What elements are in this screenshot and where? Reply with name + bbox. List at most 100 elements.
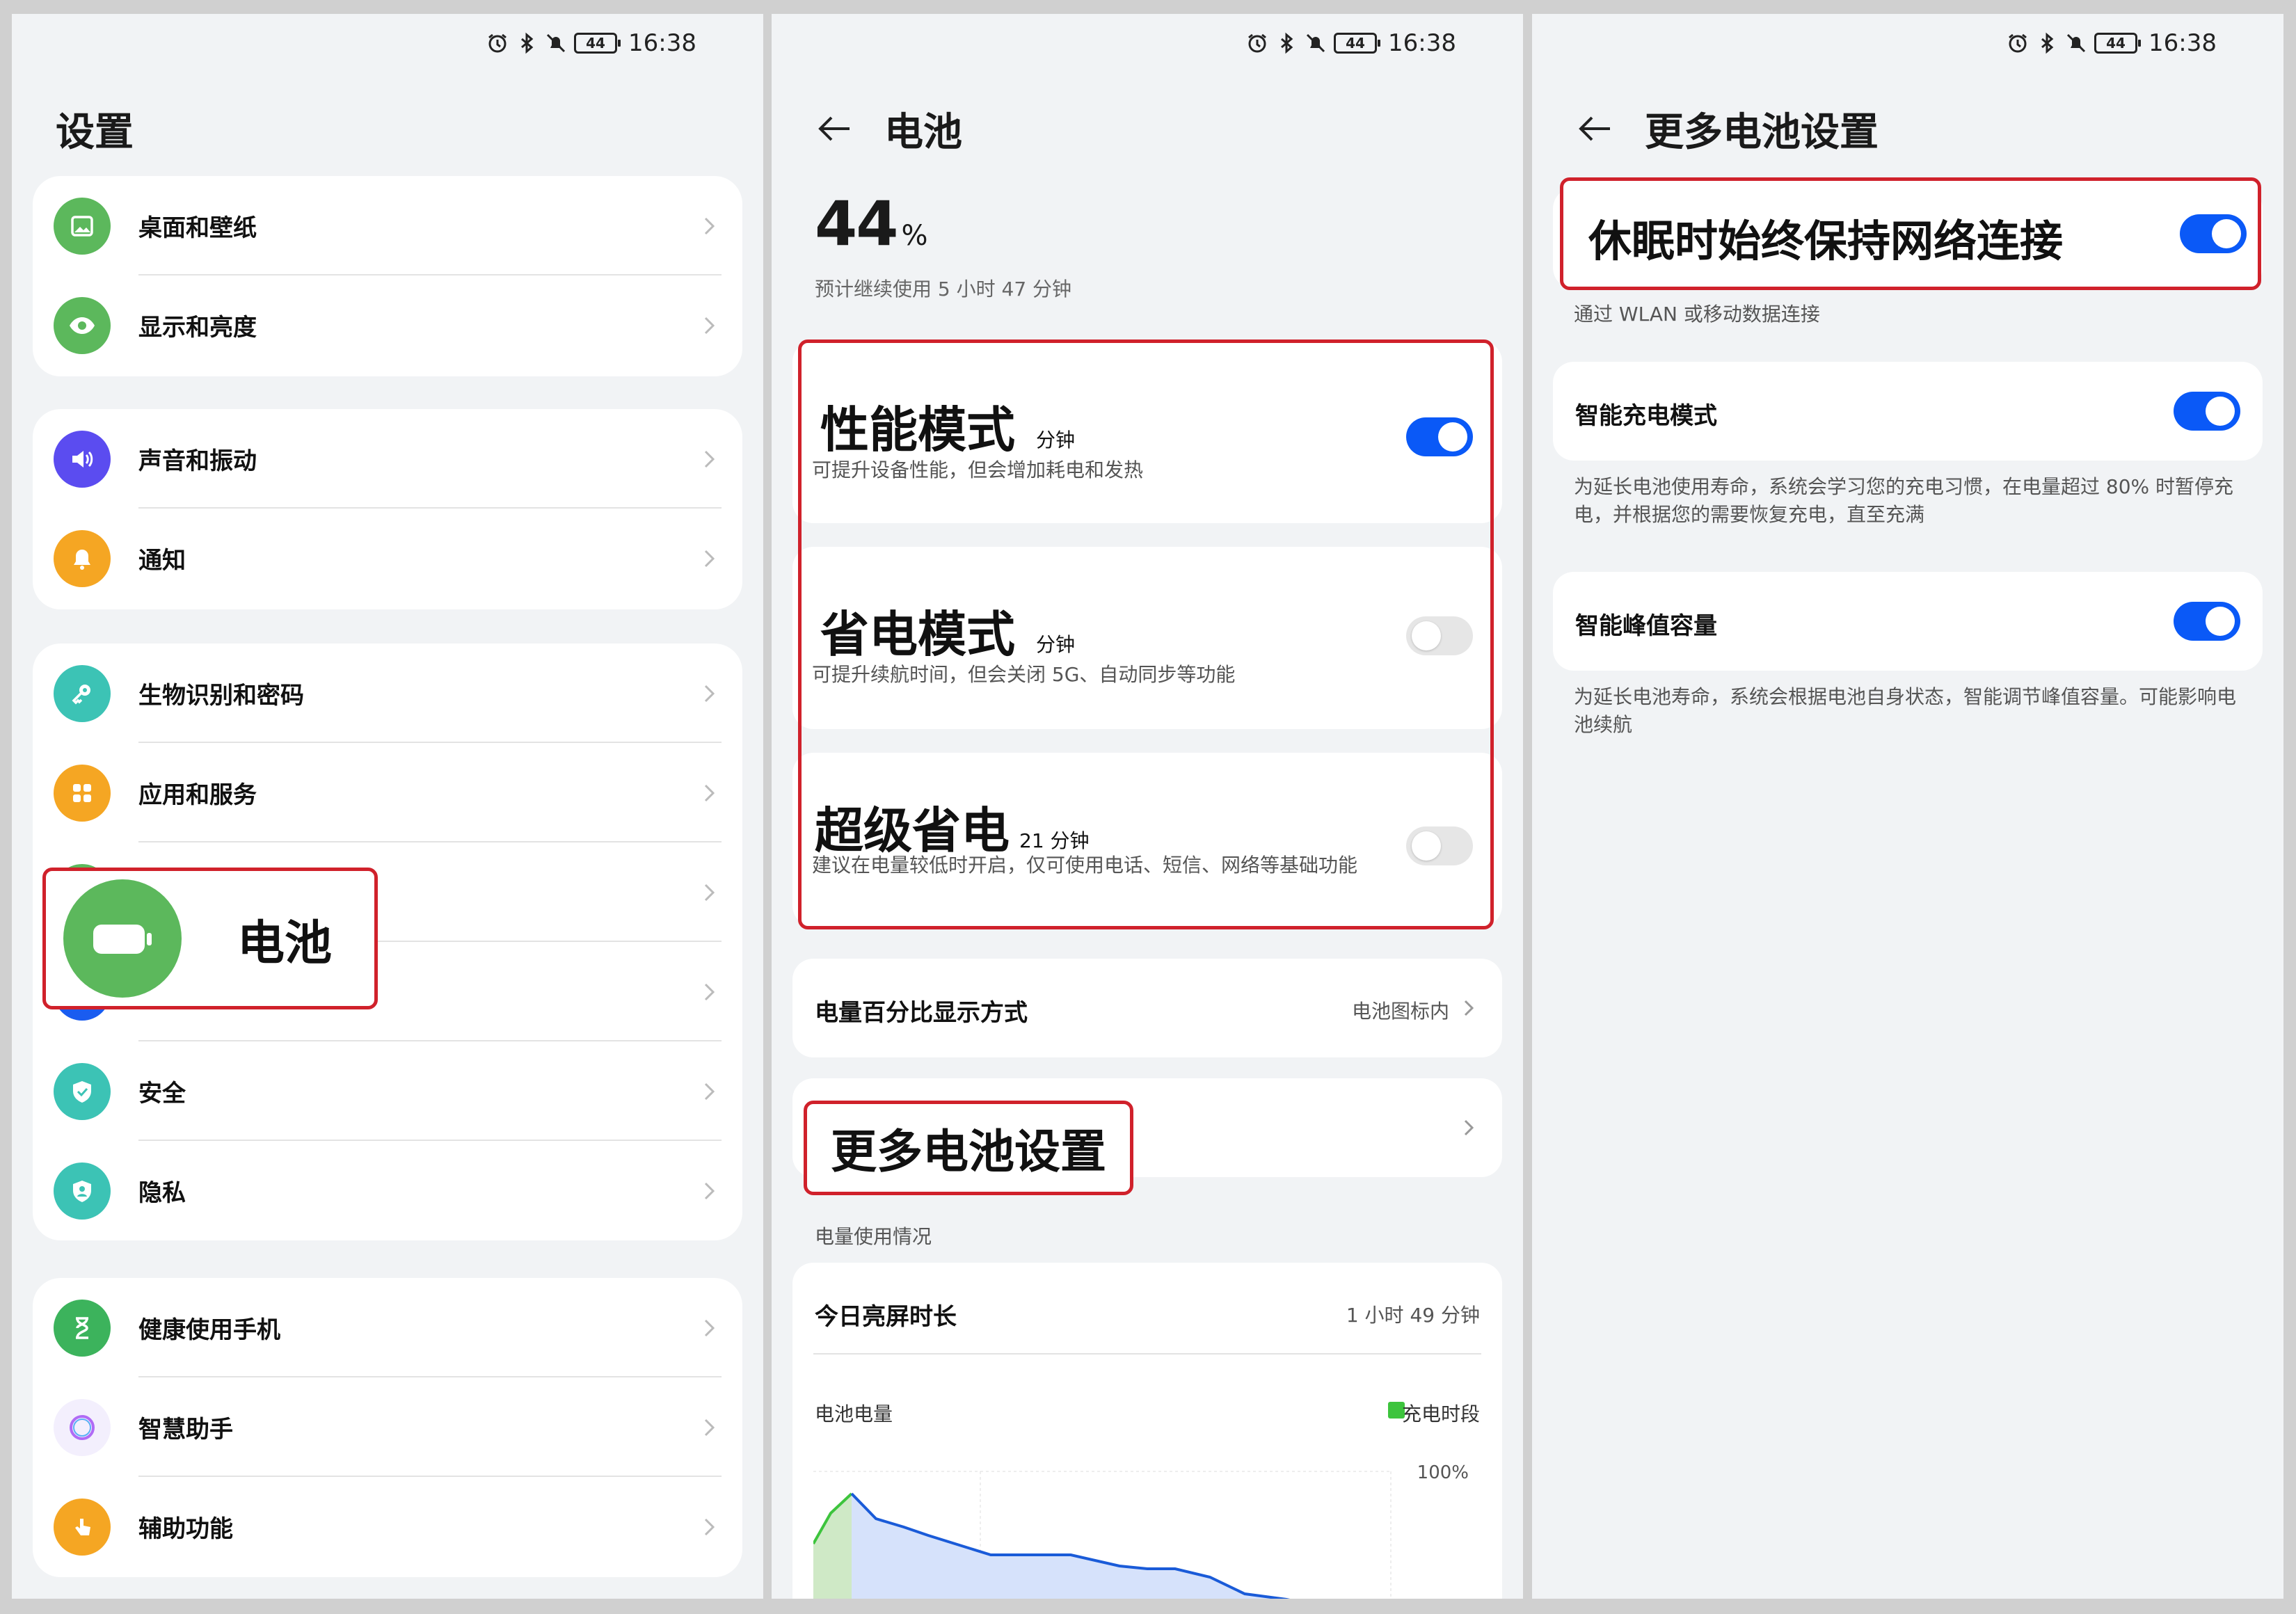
bluetooth-icon [516,32,538,54]
settings-item-label: 辅助功能 [138,1515,233,1543]
clock: 16:38 [2148,29,2217,57]
keep-network-callout[interactable]: 休眠时始终保持网络连接 [1560,177,2261,290]
chevron-right-icon [704,685,715,702]
chevron-right-icon [704,317,715,334]
settings-item-display[interactable]: 显示和亮度 [33,275,742,375]
back-arrow-icon[interactable] [815,109,854,148]
modes-highlight-box [798,339,1494,929]
smart-charging-toggle[interactable] [2174,392,2240,431]
battery-icon [63,879,182,998]
chevron-right-icon [704,217,715,234]
settings-item-label: 安全 [138,1080,186,1108]
status-bar: 44 16:38 [1246,24,1456,63]
legend-label: 充电时段 [1401,1403,1480,1425]
page-header: 电池 [815,97,962,160]
keep-network-label: 休眠时始终保持网络连接 [1588,216,2064,266]
mute-bell-icon [1305,32,1327,54]
settings-item-sound[interactable]: 声音和振动 [33,409,742,509]
apps-icon [54,764,111,822]
battery-status-icon: 44 [574,33,621,54]
chevron-right-icon [1464,1119,1474,1136]
chevron-right-icon [704,1518,715,1535]
smart-peak-capacity-setting[interactable]: 智能峰值容量 [1553,572,2263,671]
chevron-right-icon [1464,1000,1474,1016]
battery-percentage: 44 % [815,188,927,259]
battery-status-icon: 44 [2094,33,2142,54]
chevron-right-icon [704,983,715,1000]
alarm-icon [486,32,509,54]
smart-charging-description: 为延长电池使用寿命，系统会学习您的充电习惯，在电量超过 80% 时暂停充电，并根… [1574,475,2234,526]
percentage-display-value: 电池图标内 [1351,1000,1449,1023]
smart-peak-capacity-toggle[interactable] [2174,602,2240,641]
settings-item-security[interactable]: 安全 [33,1041,742,1141]
remaining-time-estimate: 预计继续使用 5 小时 47 分钟 [815,278,1072,301]
page-header: 更多电池设置 [1575,97,1879,160]
settings-item-privacy[interactable]: 隐私 [33,1141,742,1240]
battery-callout-label: 电池 [237,916,333,971]
chart-title: 电池电量 [815,1403,893,1425]
alarm-icon [2007,32,2029,54]
wallpaper-icon [54,197,111,255]
more-battery-settings-label: 更多电池设置 [831,1125,1106,1178]
clock: 16:38 [628,29,696,57]
settings-item-assistant[interactable]: 智慧助手 [33,1377,742,1477]
settings-group-assist: 健康使用手机 智慧助手 辅助功能 [33,1278,742,1577]
percentage-display-row[interactable]: 电量百分比显示方式 电池图标内 [792,959,1502,1057]
chevron-right-icon [704,1082,715,1100]
shield-icon [54,1062,111,1120]
settings-item-label: 桌面和壁纸 [138,214,257,242]
smart-charging-label: 智能充电模式 [1575,402,1717,430]
chevron-right-icon [704,1419,715,1436]
charging-area [813,1494,852,1599]
mute-bell-icon [2065,32,2087,54]
battery-panel: 44 16:38 电池 44 % 预计继续使用 5 小时 47 分钟 性能模式 … [772,14,1523,1599]
clock: 16:38 [1388,29,1456,57]
mute-bell-icon [545,32,567,54]
settings-item-accessibility[interactable]: 辅助功能 [33,1477,742,1576]
chevron-right-icon [704,450,715,468]
more-battery-settings-callout[interactable]: 更多电池设置 [804,1101,1133,1195]
back-arrow-icon[interactable] [1575,109,1614,148]
settings-item-digital-balance[interactable]: 健康使用手机 [33,1278,742,1377]
settings-item-biometrics[interactable]: 生物识别和密码 [33,644,742,743]
settings-item-label: 声音和振动 [138,447,257,475]
screen-time-label: 今日亮屏时长 [815,1303,957,1331]
y-tick-label: 100% [1417,1462,1469,1483]
page-title: 更多电池设置 [1645,109,1879,155]
speaker-icon [54,430,111,488]
chevron-right-icon [704,1182,715,1199]
page-title: 电池 [884,109,962,155]
screen-time-value[interactable]: 1 小时 49 分钟 [1346,1300,1480,1328]
page-title: 设置 [56,109,134,155]
assistant-icon [54,1398,111,1456]
key-icon [54,664,111,722]
privacy-icon [54,1162,111,1220]
page-header: 设置 [56,97,134,160]
percentage-display-label: 电量百分比显示方式 [815,999,1028,1027]
settings-item-label: 生物识别和密码 [138,682,304,710]
settings-item-label: 智慧助手 [138,1416,233,1444]
hourglass-icon [54,1299,111,1357]
smart-peak-capacity-label: 智能峰值容量 [1575,612,1717,640]
settings-item-wallpaper[interactable]: 桌面和壁纸 [33,176,742,275]
settings-item-label: 应用和服务 [138,781,257,809]
bluetooth-icon [2036,32,2058,54]
settings-item-apps[interactable]: 应用和服务 [33,743,742,842]
bluetooth-icon [1275,32,1298,54]
chevron-right-icon [704,1319,715,1336]
chevron-right-icon [704,550,715,567]
settings-item-notifications[interactable]: 通知 [33,509,742,608]
settings-item-label: 健康使用手机 [138,1316,280,1344]
alarm-icon [1246,32,1268,54]
battery-percent-unit: % [901,220,928,252]
settings-panel: 44 16:38 设置 桌面和壁纸 显示和亮度 声音和振动 通知 生物识别和密码… [12,14,763,1599]
divider [813,1353,1481,1355]
more-battery-settings-panel: 44 16:38 更多电池设置 休眠时始终保持网络连接 通过 WLAN 或移动数… [1532,14,2283,1599]
settings-group-display: 桌面和壁纸 显示和亮度 [33,176,742,376]
chevron-right-icon [704,784,715,801]
smart-charging-setting[interactable]: 智能充电模式 [1553,362,2263,461]
battery-level-chart: 100%50% [813,1462,1469,1599]
status-bar: 44 16:38 [486,24,696,63]
keep-network-toggle[interactable] [2180,214,2247,253]
battery-callout[interactable]: 电池 [42,868,378,1009]
